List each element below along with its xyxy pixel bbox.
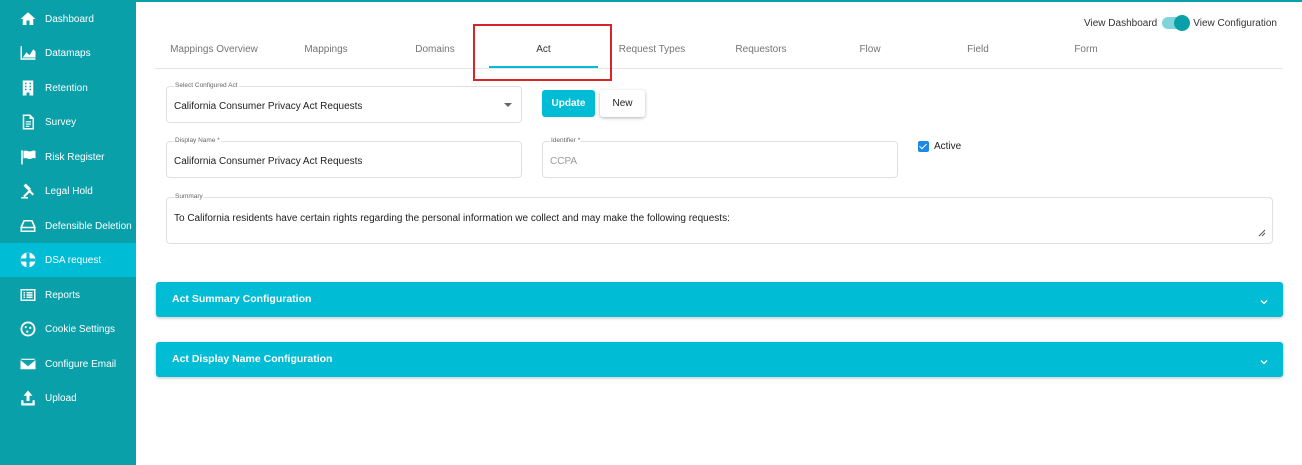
- sidebar-item-risk-register[interactable]: Risk Register: [0, 140, 136, 174]
- sidebar-item-dsa-request[interactable]: DSA request: [0, 243, 136, 277]
- building-icon: [19, 79, 37, 97]
- tab-act[interactable]: Act: [489, 36, 598, 68]
- sidebar-item-datamaps[interactable]: Datamaps: [0, 36, 136, 70]
- accordion-title: Act Summary Configuration: [172, 293, 312, 305]
- display-name-field[interactable]: Display Name * California Consumer Priva…: [166, 137, 522, 178]
- field-label: Identifier *: [550, 137, 582, 144]
- sidebar-item-label: Dashboard: [45, 13, 94, 25]
- flag-icon: [19, 148, 37, 166]
- tab-domains[interactable]: Domains: [376, 36, 494, 68]
- sidebar-item-label: Datamaps: [45, 47, 91, 59]
- sidebar-item-dashboard[interactable]: Dashboard: [0, 2, 136, 36]
- gavel-icon: [19, 182, 37, 200]
- sidebar-item-label: Cookie Settings: [45, 323, 116, 335]
- sidebar-item-cookie-settings[interactable]: Cookie Settings: [0, 312, 136, 346]
- document-icon: [19, 113, 37, 131]
- sidebar-item-label: Defensible Deletion: [45, 220, 132, 232]
- resize-handle-icon[interactable]: [1258, 229, 1266, 237]
- chevron-down-icon[interactable]: [1259, 294, 1269, 305]
- switch-knob: [1174, 15, 1191, 31]
- sidebar-item-reports[interactable]: Reports: [0, 278, 136, 312]
- sidebar-item-label: Upload: [45, 392, 77, 404]
- accordion-title: Act Display Name Configuration: [172, 353, 333, 365]
- drive-icon: [19, 217, 37, 235]
- sidebar-item-label: Legal Hold: [45, 185, 93, 197]
- chevron-down-icon[interactable]: [1259, 354, 1269, 365]
- tab-mappings-overview[interactable]: Mappings Overview: [155, 36, 273, 68]
- sidebar-item-survey[interactable]: Survey: [0, 105, 136, 139]
- sidebar-item-legal-hold[interactable]: Legal Hold: [0, 174, 136, 208]
- sidebar-item-label: Reports: [45, 289, 81, 301]
- list-icon: [19, 286, 37, 304]
- tab-mappings[interactable]: Mappings: [267, 36, 385, 68]
- active-label: Active: [934, 141, 962, 152]
- view-configuration-label[interactable]: View Configuration: [1193, 18, 1277, 29]
- sidebar: Dashboard Datamaps Retention Survey Risk…: [0, 0, 136, 465]
- upload-icon: [19, 389, 37, 407]
- view-toggle: View Dashboard View Configuration: [1084, 15, 1277, 31]
- summary-textarea[interactable]: Summary To California residents have cer…: [166, 193, 1273, 244]
- accordion-act-summary-configuration[interactable]: Act Summary Configuration: [156, 282, 1283, 317]
- sidebar-item-configure-email[interactable]: Configure Email: [0, 347, 136, 381]
- sidebar-item-retention[interactable]: Retention: [0, 71, 136, 105]
- update-button[interactable]: Update: [542, 90, 595, 117]
- select-value: California Consumer Privacy Act Requests: [174, 101, 363, 112]
- tab-flow[interactable]: Flow: [811, 36, 929, 68]
- field-label: Summary: [174, 193, 204, 200]
- sidebar-item-label: Survey: [45, 116, 77, 128]
- active-checkbox[interactable]: [918, 141, 929, 152]
- top-divider: [136, 0, 1302, 2]
- tab-requestors[interactable]: Requestors: [702, 36, 820, 68]
- identifier-field[interactable]: Identifier * CCPA: [542, 137, 898, 178]
- field-label: Display Name *: [174, 137, 221, 144]
- active-checkbox-group: Active: [918, 141, 961, 152]
- sidebar-item-label: DSA request: [45, 254, 102, 266]
- tab-bar: Mappings Overview Mappings Domains Act R…: [155, 36, 1283, 69]
- tab-form[interactable]: Form: [1027, 36, 1145, 68]
- sidebar-item-label: Configure Email: [45, 358, 117, 370]
- area-chart-icon: [19, 44, 37, 62]
- summary-value: To California residents have certain rig…: [174, 213, 730, 224]
- tab-request-types[interactable]: Request Types: [593, 36, 711, 68]
- accordion-act-display-name-configuration[interactable]: Act Display Name Configuration: [156, 342, 1283, 377]
- tab-field[interactable]: Field: [919, 36, 1037, 68]
- display-name-value: California Consumer Privacy Act Requests: [174, 156, 363, 167]
- view-dashboard-label[interactable]: View Dashboard: [1084, 18, 1157, 29]
- identifier-value: CCPA: [550, 156, 578, 167]
- sidebar-item-upload[interactable]: Upload: [0, 381, 136, 415]
- sidebar-item-label: Retention: [45, 82, 88, 94]
- view-mode-switch[interactable]: [1162, 15, 1191, 31]
- new-button[interactable]: New: [600, 90, 645, 117]
- chevron-down-icon[interactable]: [504, 103, 512, 107]
- sidebar-item-defensible-deletion[interactable]: Defensible Deletion: [0, 209, 136, 243]
- field-label: Select Configured Act: [174, 82, 239, 89]
- sidebar-item-label: Risk Register: [45, 151, 105, 163]
- lifebuoy-icon: [19, 251, 37, 269]
- cookie-icon: [19, 320, 37, 338]
- home-icon: [19, 10, 37, 28]
- envelope-icon: [19, 355, 37, 373]
- select-configured-act[interactable]: Select Configured Act California Consume…: [166, 82, 522, 123]
